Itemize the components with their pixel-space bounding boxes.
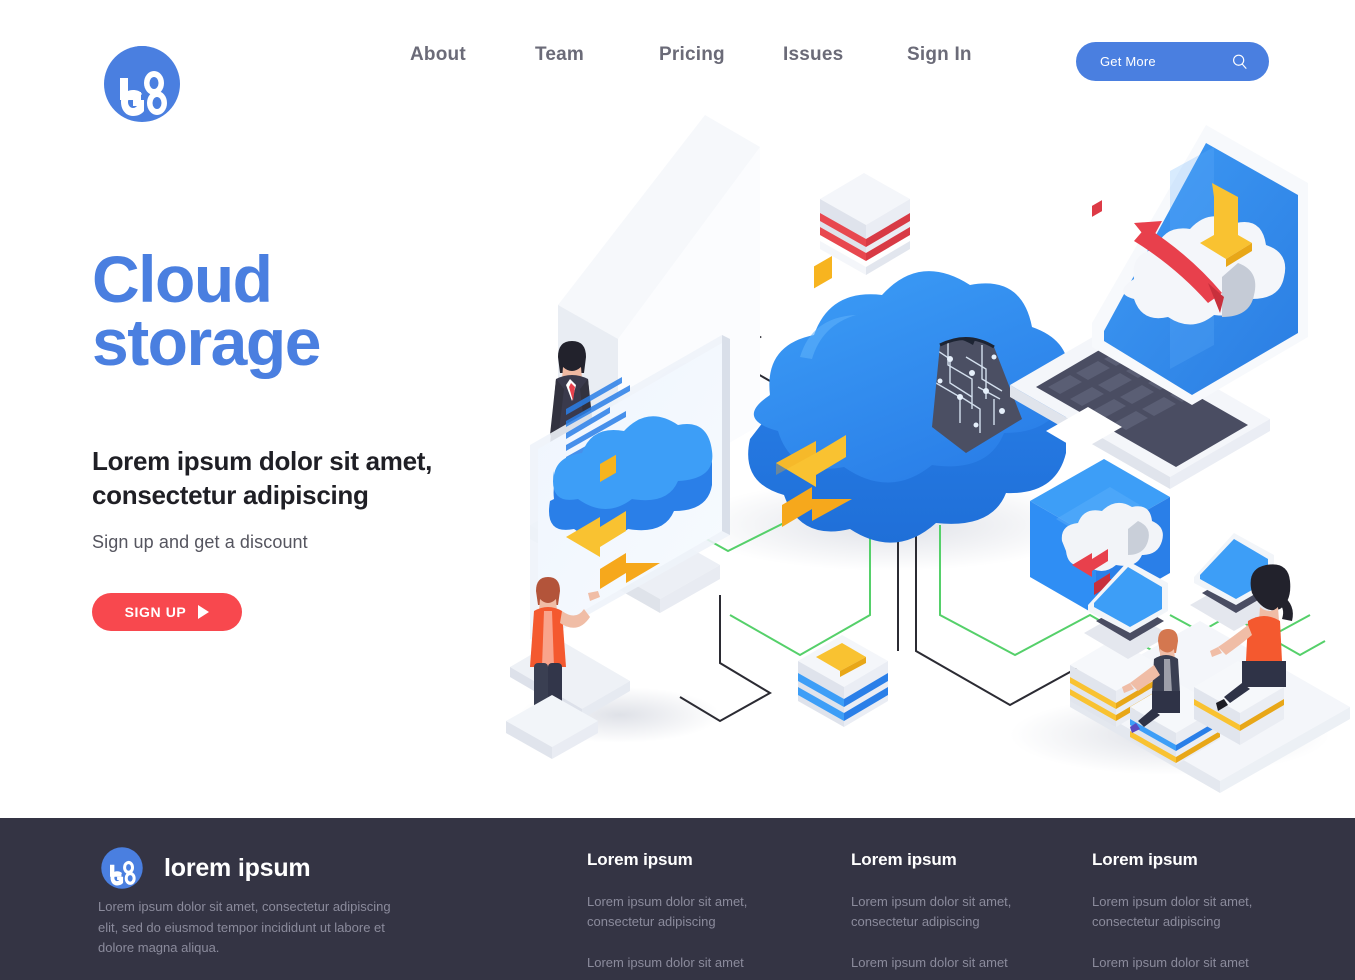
- footer-link[interactable]: Lorem ipsum dolor sit amet, consectetur …: [1092, 892, 1292, 931]
- footer-description: Lorem ipsum dolor sit amet, consectetur …: [98, 899, 391, 956]
- footer-brand-name: lorem ipsum: [164, 853, 311, 882]
- footer-link[interactable]: Lorem ipsum dolor sit amet: [1092, 953, 1292, 973]
- page-title: Cloud storage: [92, 246, 522, 375]
- hero-illustration: [470, 95, 1355, 815]
- laptop: [1010, 125, 1308, 489]
- footer-brand[interactable]: lorem ipsum: [98, 844, 311, 892]
- get-more-label: Get More: [1100, 54, 1156, 69]
- hero-title-line-2: storage: [92, 304, 321, 379]
- nav-item-sign-in[interactable]: Sign In: [907, 44, 1037, 66]
- footer-link[interactable]: Lorem ipsum dolor sit amet, consectetur …: [587, 892, 787, 931]
- footer-logo-icon: [101, 847, 143, 889]
- nav-item-issues[interactable]: Issues: [783, 44, 907, 66]
- sign-up-label: SIGN UP: [124, 603, 187, 620]
- footer-column-title: Lorem ipsum: [587, 850, 693, 869]
- footer-column-3: Lorem ipsum Lorem ipsum dolor sit amet, …: [1092, 850, 1292, 973]
- hero-section: Cloud storage Lorem ipsum dolor sit amet…: [92, 246, 522, 631]
- play-icon: [198, 604, 210, 619]
- footer-column-1: Lorem ipsum Lorem ipsum dolor sit amet, …: [587, 850, 787, 973]
- logo-icon: [104, 46, 180, 122]
- nav-item-team[interactable]: Team: [535, 44, 659, 66]
- sign-up-button[interactable]: SIGN UP: [92, 592, 242, 631]
- main-navigation: About Team Pricing Issues Sign In: [410, 44, 1037, 66]
- hero-note: Sign up and get a discount: [92, 531, 308, 552]
- site-logo[interactable]: [98, 40, 186, 128]
- search-icon: [1233, 54, 1247, 69]
- nav-item-about[interactable]: About: [410, 44, 535, 66]
- footer-column-2: Lorem ipsum Lorem ipsum dolor sit amet, …: [851, 850, 1051, 973]
- footer-column-title: Lorem ipsum: [1092, 850, 1198, 869]
- nav-item-pricing[interactable]: Pricing: [659, 44, 783, 66]
- cloud-storage-isometric-illustration: [506, 115, 1350, 793]
- footer-link[interactable]: Lorem ipsum dolor sit amet, consectetur …: [851, 892, 1051, 931]
- server-stack-red: [820, 173, 910, 275]
- site-footer: lorem ipsum Lorem ipsum dolor sit amet, …: [0, 818, 1355, 980]
- footer-link[interactable]: Lorem ipsum dolor sit amet: [587, 953, 787, 973]
- hero-subtitle: Lorem ipsum dolor sit amet, consectetur …: [92, 446, 433, 510]
- footer-column-title: Lorem ipsum: [851, 850, 957, 869]
- get-more-button[interactable]: Get More: [1076, 42, 1269, 81]
- footer-link[interactable]: Lorem ipsum dolor sit amet: [851, 953, 1051, 973]
